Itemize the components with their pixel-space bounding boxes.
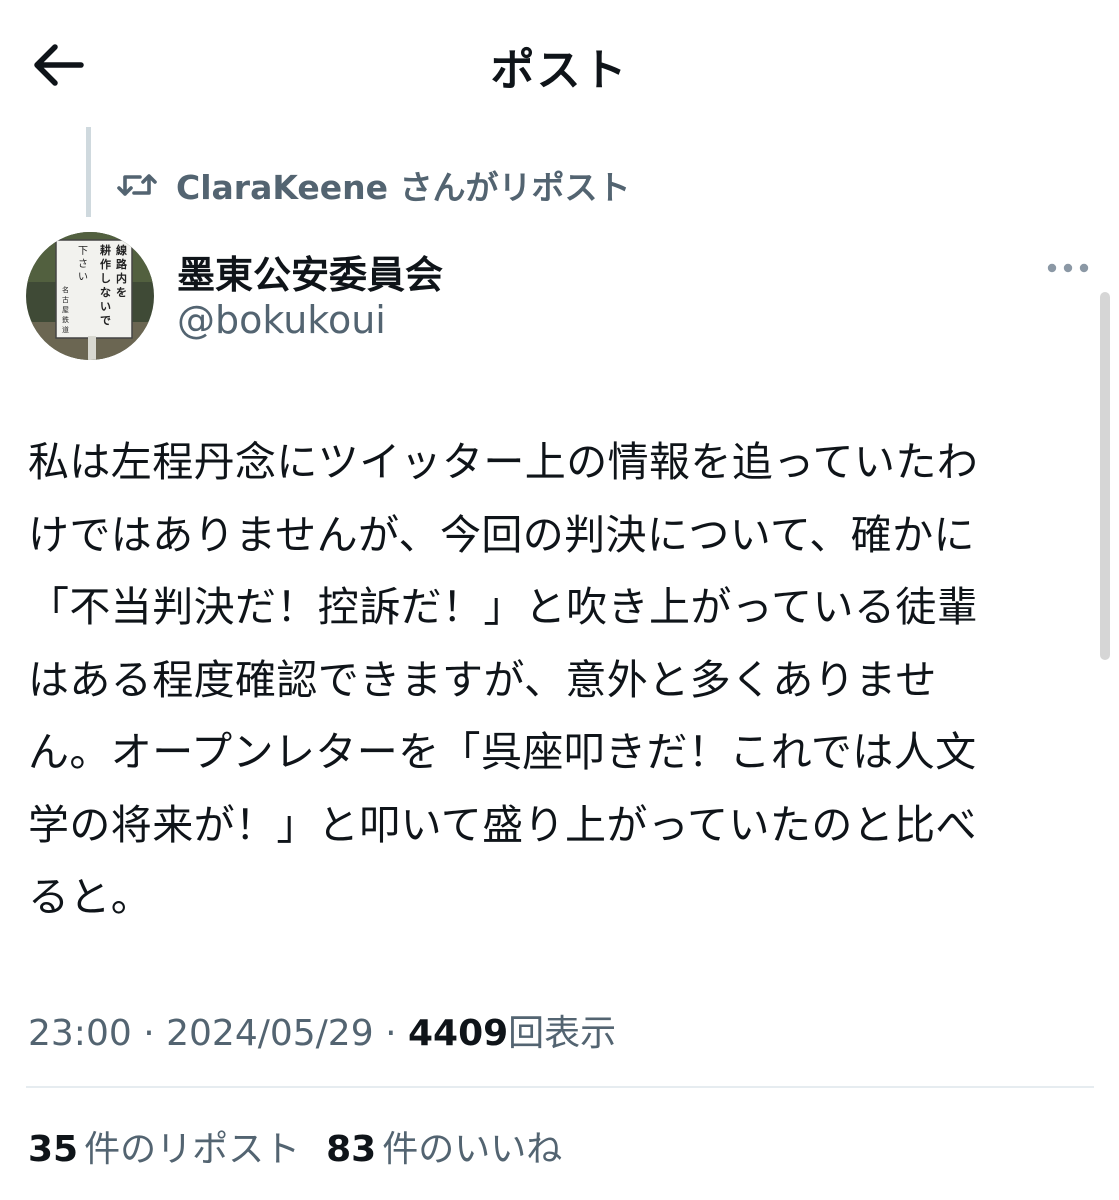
avatar[interactable]: 線 路 内 を 耕 作 し な い で 下 さ い 名 古 屋 鉄 道 [26,232,154,360]
page-title: ポスト [490,45,629,96]
likes-label: 件のいいね [382,1129,563,1170]
post-stats: 35 件のリポスト 83 件のいいね [28,1120,588,1172]
post-detail-screen: ポスト ClaraKeene さんがリポスト 線 路 内 を 耕 作 し な い… [0,0,1119,1200]
post-time[interactable]: 23:00 [28,1013,132,1054]
more-horizontal-icon [1047,263,1089,273]
svg-text:い: い [78,272,88,283]
thread-connector-line [86,127,91,217]
post-text-line: 私は左程丹念にツイッター上の情報を追っていたわ [28,438,979,486]
repost-icon [117,174,157,196]
meta-separator: · [143,1013,155,1054]
avatar-image: 線 路 内 を 耕 作 し な い で 下 さ い 名 古 屋 鉄 道 [26,232,154,360]
meta-separator: · [385,1013,397,1054]
svg-text:作: 作 [100,257,111,271]
post-text-line: はある程度確認できますが、意外と多くありませ [28,655,937,704]
more-options-button[interactable] [1040,252,1096,284]
svg-text:屋: 屋 [62,306,69,314]
post-text-line: 学の将来が！」と叩いて盛り上がっていたのと比べ [28,800,977,849]
post-text-line: 「不当判決だ！控訴だ！」と吹き上がっている徒輩 [28,583,979,631]
divider [26,1086,1094,1088]
likes-count: 83 [326,1129,377,1170]
svg-text:下: 下 [78,246,88,257]
author-handle[interactable]: @bokukoui [177,298,386,342]
post-text: 私は左程丹念にツイッター上の情報を追っていたわ けではありませんが、今回の判決に… [28,426,1088,934]
svg-text:を: を [116,286,127,299]
svg-text:道: 道 [62,325,69,334]
svg-text:で: で [100,314,111,327]
svg-text:し: し [100,272,111,285]
svg-text:鉄: 鉄 [62,315,69,324]
scrollbar[interactable] [1100,292,1110,660]
repost-attribution-text: ClaraKeene さんがリポスト [176,168,631,207]
reposts-stat[interactable]: 35 件のリポスト [28,1120,300,1172]
author-display-name[interactable]: 墨東公安委員会 [177,244,443,299]
views-count[interactable]: 4409 [408,1013,508,1054]
top-header: ポスト [0,0,1119,125]
svg-text:さ: さ [78,258,88,270]
views-label[interactable]: 回表示 [508,1013,616,1054]
svg-text:い: い [100,300,111,313]
post-date[interactable]: 2024/05/29 [166,1013,374,1054]
svg-text:古: 古 [62,295,69,304]
svg-text:名: 名 [62,285,69,294]
likes-stat[interactable]: 83 件のいいね [326,1120,562,1172]
reposts-count: 35 [28,1129,79,1170]
repost-attribution[interactable]: ClaraKeene さんがリポスト [116,163,630,207]
post-text-line: ると。 [28,873,153,921]
reposts-label: 件のリポスト [84,1129,301,1170]
post-meta: 23:00 · 2024/05/29 · 4409回表示 [28,1004,616,1056]
post-text-line: けではありませんが、今回の判決について、確かに [28,510,975,559]
post-text-line: ん。オープンレターを「呉座叩きだ！これでは人文 [28,728,977,776]
svg-text:な: な [100,286,111,299]
svg-text:路: 路 [116,257,128,271]
svg-text:内: 内 [116,271,127,285]
svg-text:線: 線 [116,243,127,257]
svg-text:耕: 耕 [100,243,111,257]
